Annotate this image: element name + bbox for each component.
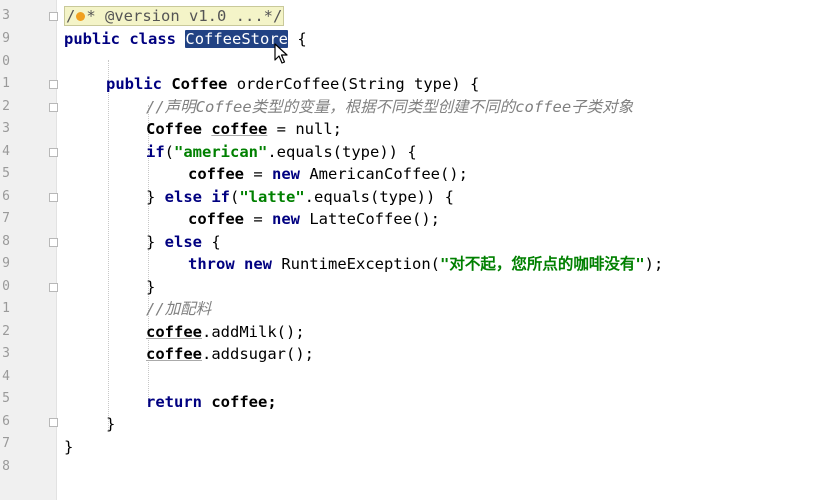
fold-toggle-icon[interactable] [49, 12, 58, 21]
code-line-class-decl[interactable]: public class CoffeeStore { [58, 28, 825, 51]
code-line-var-decl[interactable]: Coffee coffee = null; [58, 118, 825, 141]
fold-toggle-icon[interactable] [49, 193, 58, 202]
mouse-pointer-icon [274, 43, 288, 64]
lightbulb-icon[interactable] [76, 12, 86, 21]
line-number: 6 [2, 414, 10, 429]
line-number: 7 [2, 436, 10, 451]
line-number: 4 [2, 144, 10, 159]
code-editor[interactable]: / * @version v1.0 ...*/ public class Coff… [58, 0, 825, 500]
code-line-header-comment[interactable]: / * @version v1.0 ...*/ [58, 5, 825, 28]
line-number: 3 [2, 346, 10, 361]
line-number: 3 [2, 8, 10, 23]
code-line-comment[interactable]: //声明Coffee类型的变量，根据不同类型创建不同的coffee子类对象 [58, 96, 825, 119]
line-number: 3 [2, 121, 10, 136]
line-number: 9 [2, 256, 10, 271]
line-number: 6 [2, 189, 10, 204]
code-line-close-else[interactable]: } [58, 276, 825, 299]
line-number: 0 [2, 279, 10, 294]
code-line-throw[interactable]: throw new RuntimeException("对不起，您所点的咖啡没有… [58, 253, 825, 276]
fold-toggle-icon[interactable] [49, 238, 58, 247]
fold-toggle-icon[interactable] [49, 103, 58, 112]
line-number: 0 [2, 54, 10, 69]
code-line-latte-assign[interactable]: coffee = new LatteCoffee(); [58, 208, 825, 231]
code-line-return[interactable]: return coffee; [58, 391, 825, 414]
line-number: 5 [2, 166, 10, 181]
code-line-close-method[interactable]: } [58, 413, 825, 436]
line-number: 8 [2, 234, 10, 249]
line-number: 2 [2, 324, 10, 339]
line-number: 4 [2, 369, 10, 384]
fold-toggle-icon[interactable] [49, 418, 58, 427]
folded-comment[interactable]: / * @version v1.0 ...*/ [64, 6, 285, 26]
fold-toggle-icon[interactable] [49, 148, 58, 157]
code-line-add-milk[interactable]: coffee.addMilk(); [58, 321, 825, 344]
code-line-close-class[interactable]: } [58, 436, 825, 459]
line-number: 5 [2, 391, 10, 406]
line-number: 1 [2, 76, 10, 91]
code-line-else[interactable]: } else { [58, 231, 825, 254]
line-number: 2 [2, 99, 10, 114]
line-number-gutter: 3 9 0 1 2 3 4 5 6 7 8 9 0 1 2 3 4 5 6 7 … [0, 0, 58, 500]
fold-toggle-icon[interactable] [49, 283, 58, 292]
code-line-american-assign[interactable]: coffee = new AmericanCoffee(); [58, 163, 825, 186]
line-number: 7 [2, 211, 10, 226]
selected-class-name[interactable]: CoffeeStore [185, 30, 289, 48]
code-line-method-decl[interactable]: public Coffee orderCoffee(String type) { [58, 73, 825, 96]
line-number: 1 [2, 301, 10, 316]
line-number: 8 [2, 459, 10, 474]
code-line-comment[interactable]: //加配料 [58, 298, 825, 321]
fold-toggle-icon[interactable] [49, 80, 58, 89]
code-line-else-if[interactable]: } else if("latte".equals(type)) { [58, 186, 825, 209]
code-line-if[interactable]: if("american".equals(type)) { [58, 141, 825, 164]
code-line-add-sugar[interactable]: coffee.addsugar(); [58, 343, 825, 366]
line-number: 9 [2, 31, 10, 46]
